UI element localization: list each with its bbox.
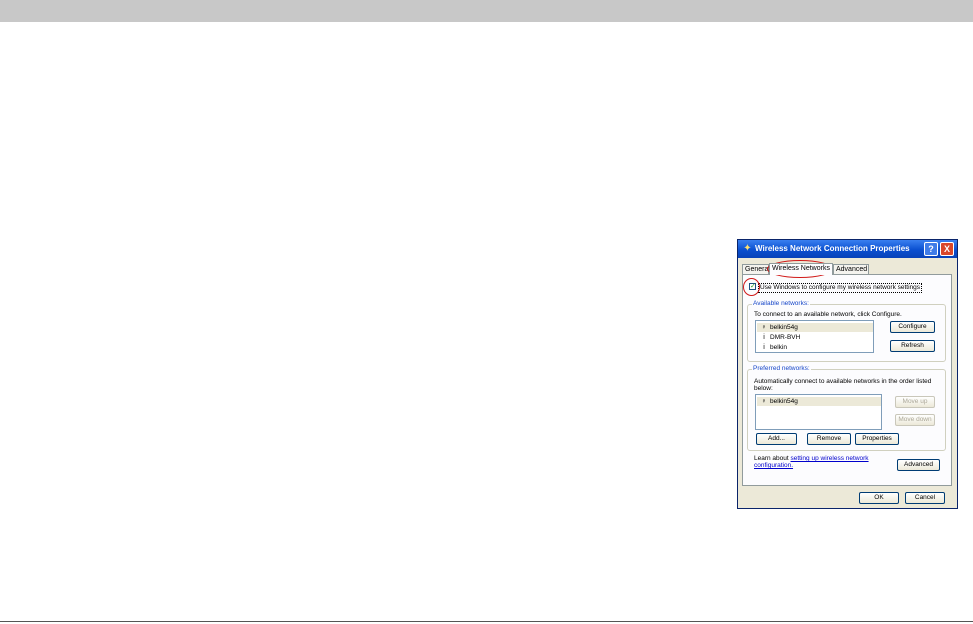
available-instruction: To connect to an available network, clic… <box>754 311 902 318</box>
close-icon: X <box>943 244 950 254</box>
dialog-titlebar[interactable]: ✦ Wireless Network Connection Properties… <box>738 240 957 258</box>
info-antenna-icon: i <box>763 334 765 341</box>
configure-button[interactable]: Configure <box>890 321 935 333</box>
cancel-button[interactable]: Cancel <box>905 492 945 504</box>
tab-general[interactable]: General <box>742 264 770 274</box>
properties-button[interactable]: Properties <box>855 433 899 445</box>
use-windows-label[interactable]: Use Windows to configure my wireless net… <box>758 283 923 293</box>
ok-button[interactable]: OK <box>859 492 899 504</box>
remove-button[interactable]: Remove <box>807 433 851 445</box>
preferred-instruction-line2: below: <box>754 385 773 392</box>
close-button[interactable]: X <box>940 242 954 256</box>
refresh-button[interactable]: Refresh <box>890 340 935 352</box>
highlight-circle-checkbox <box>743 278 760 296</box>
tab-wireless-networks[interactable]: Wireless Networks <box>769 263 833 275</box>
add-button[interactable]: Add... <box>756 433 797 445</box>
learn-about-text: Learn about setting up wireless network … <box>754 455 874 469</box>
learn-prefix: Learn about <box>754 455 791 462</box>
bottom-rule <box>0 621 973 622</box>
move-down-button[interactable]: Move down <box>895 414 935 426</box>
antenna-icon: ♀ <box>761 324 767 331</box>
info-antenna-icon: i <box>763 344 765 351</box>
network-icon: ✦ <box>743 243 752 254</box>
antenna-icon: ♀ <box>761 398 767 405</box>
list-item[interactable]: i DMR-BVH <box>757 333 873 342</box>
preferred-networks-list[interactable]: ♀ belkin54g <box>755 394 882 430</box>
move-up-button[interactable]: Move up <box>895 396 935 408</box>
list-item[interactable]: ♀ belkin54g <box>757 397 881 406</box>
advanced-button[interactable]: Advanced <box>897 459 940 471</box>
dialog-title: Wireless Network Connection Properties <box>755 244 910 253</box>
list-item[interactable]: i belkin <box>757 343 873 352</box>
preferred-instruction-line1: Automatically connect to available netwo… <box>754 378 932 385</box>
available-networks-list[interactable]: ♀ belkin54g i DMR-BVH i belkin <box>755 320 874 353</box>
tab-advanced[interactable]: Advanced <box>833 264 869 274</box>
help-button[interactable]: ? <box>924 242 938 256</box>
available-networks-title: Available networks: <box>752 300 810 308</box>
top-gray-bar <box>0 0 973 22</box>
wireless-properties-dialog: ✦ Wireless Network Connection Properties… <box>737 239 958 509</box>
list-item[interactable]: ♀ belkin54g <box>757 323 873 332</box>
preferred-networks-title: Preferred networks: <box>752 365 811 373</box>
